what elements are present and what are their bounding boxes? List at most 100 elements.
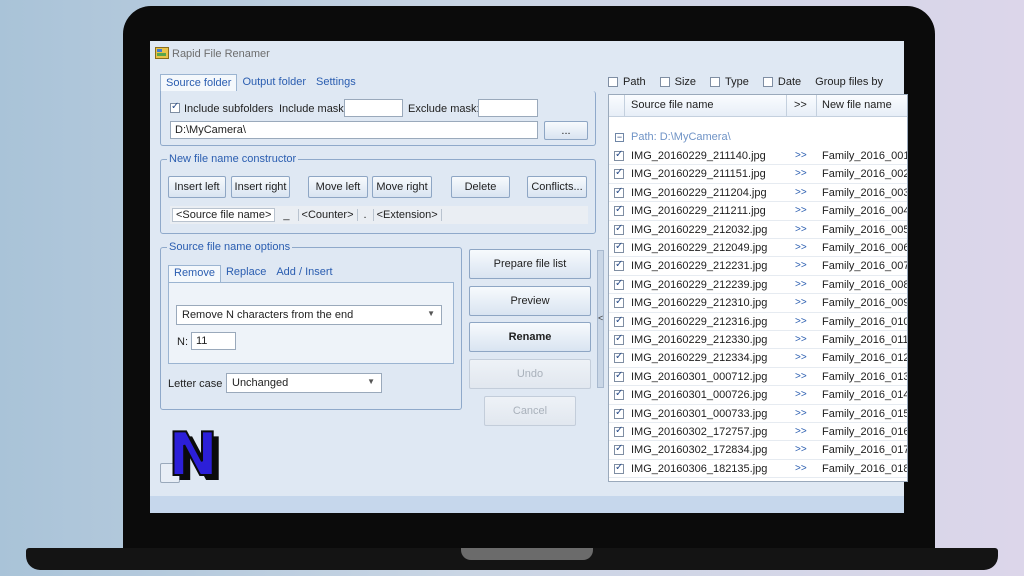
path-checkbox[interactable]	[608, 77, 618, 87]
undo-button[interactable]: Undo	[469, 359, 591, 389]
token-source-file-name[interactable]: <Source file name>	[172, 208, 276, 222]
letter-case-value: Unchanged	[232, 377, 289, 389]
insert-right-button[interactable]: Insert right	[231, 176, 290, 198]
table-row[interactable]: IMG_20160229_211140.jpg >> Family_2016_001…	[609, 147, 907, 166]
type-option[interactable]: Type	[710, 76, 749, 88]
table-row[interactable]: IMG_20160301_000733.jpg >> Family_2016_015…	[609, 405, 907, 423]
row-checkbox[interactable]	[614, 278, 624, 290]
preview-button[interactable]: Preview	[469, 286, 591, 316]
token-dot[interactable]: .	[358, 209, 374, 221]
new-file-name-cell: Family_2016_014.	[822, 389, 908, 402]
row-checkbox[interactable]	[614, 443, 624, 456]
browse-button[interactable]: ...	[544, 121, 588, 140]
source-file-name-cell: IMG_20160229_212032.jpg	[631, 223, 768, 236]
letter-case-select[interactable]: Unchanged ▼	[226, 373, 382, 393]
arrow-cell: >>	[795, 168, 807, 180]
table-row[interactable]: IMG_20160306_182135.jpg >> Family_2016_018…	[609, 460, 907, 479]
size-option-label: Size	[674, 76, 697, 88]
tab-output-folder[interactable]: Output folder	[237, 74, 311, 91]
row-checkbox[interactable]	[614, 351, 624, 364]
col-arrow[interactable]: >>	[794, 99, 807, 111]
delete-button[interactable]: Delete	[451, 176, 510, 198]
row-checkbox[interactable]	[614, 388, 624, 401]
source-file-name-cell: IMG_20160301_000733.jpg	[631, 407, 768, 420]
table-row[interactable]: IMG_20160229_212330.jpg >> Family_2016_011…	[609, 331, 907, 350]
table-row[interactable]: IMG_20160229_212334.jpg >> Family_2016_012…	[609, 349, 907, 368]
cancel-button[interactable]: Cancel	[484, 396, 576, 426]
tab-settings[interactable]: Settings	[311, 74, 361, 91]
col-new-file-name[interactable]: New file name	[822, 99, 892, 111]
row-checkbox[interactable]	[614, 462, 624, 474]
exclude-mask-input[interactable]	[478, 99, 538, 117]
table-row[interactable]: IMG_20160229_212032.jpg >> Family_2016_005…	[609, 221, 907, 239]
source-file-name-cell: IMG_20160229_212334.jpg	[631, 352, 768, 365]
group-files-label[interactable]: Group files by	[815, 76, 883, 88]
main-tabs: Source folder Output folder Settings	[160, 74, 361, 91]
col-source-file-name[interactable]: Source file name	[631, 99, 714, 111]
tab-remove[interactable]: Remove	[168, 265, 221, 282]
source-file-name-cell: IMG_20160302_172834.jpg	[631, 444, 768, 457]
row-checkbox[interactable]	[614, 259, 624, 272]
arrow-cell: >>	[795, 297, 807, 309]
token-counter[interactable]: <Counter>	[299, 209, 358, 221]
exclude-mask-label: Exclude mask:	[408, 103, 480, 115]
row-checkbox[interactable]	[614, 241, 624, 253]
table-row[interactable]: IMG_20160229_211151.jpg >> Family_2016_002…	[609, 165, 907, 184]
table-row[interactable]: IMG_20160301_000712.jpg >> Family_2016_013…	[609, 368, 907, 387]
prepare-file-list-button[interactable]: Prepare file list	[469, 249, 591, 279]
conflicts-button[interactable]: Conflicts...	[527, 176, 587, 198]
tab-replace[interactable]: Replace	[221, 265, 271, 282]
table-row[interactable]: IMG_20160229_211211.jpg >> Family_2016_004…	[609, 202, 907, 221]
row-checkbox[interactable]	[614, 407, 624, 419]
row-checkbox[interactable]	[614, 296, 624, 309]
date-checkbox[interactable]	[762, 77, 773, 87]
token-extension[interactable]: <Extension>	[374, 209, 442, 221]
move-left-button[interactable]: Move left	[308, 176, 368, 198]
row-checkbox[interactable]	[614, 315, 624, 327]
window-title: Rapid File Renamer	[172, 48, 270, 60]
row-checkbox[interactable]	[614, 425, 624, 437]
table-row[interactable]: IMG_20160229_212316.jpg >> Family_2016_010…	[609, 313, 907, 331]
move-right-button[interactable]: Move right	[372, 176, 432, 198]
type-checkbox[interactable]	[710, 77, 721, 87]
arrow-cell: >>	[795, 315, 807, 327]
file-list[interactable]: Source file name >> New file name − Path…	[608, 94, 908, 482]
include-subfolders-checkbox[interactable]	[170, 101, 180, 114]
row-checkbox[interactable]	[614, 333, 624, 345]
table-row[interactable]: IMG_20160229_212239.jpg >> Family_2016_008…	[609, 276, 907, 295]
date-option[interactable]: Date	[762, 76, 801, 88]
tab-source-folder[interactable]: Source folder	[160, 74, 238, 91]
table-row[interactable]: IMG_20160301_000726.jpg >> Family_2016_014…	[609, 386, 908, 405]
table-row[interactable]: IMG_20160229_212049.jpg >> Family_2016_006…	[609, 239, 907, 258]
rename-button[interactable]: Rename	[469, 322, 591, 352]
remove-mode-select[interactable]: Remove N characters from the end ▼	[176, 305, 442, 325]
collapse-left-icon[interactable]: <	[598, 313, 603, 323]
table-row[interactable]: IMG_20160302_172757.jpg >> Family_2016_016…	[609, 423, 907, 442]
include-subfolders-check-icon[interactable]	[170, 101, 180, 114]
path-option-label: Path	[623, 76, 646, 88]
arrow-cell: >>	[795, 444, 807, 456]
table-row[interactable]: IMG_20160229_212310.jpg >> Family_2016_009…	[609, 294, 907, 313]
size-option[interactable]: Size	[659, 76, 697, 88]
insert-left-button[interactable]: Insert left	[168, 176, 226, 198]
size-checkbox[interactable]	[659, 77, 670, 87]
row-checkbox[interactable]	[614, 204, 624, 217]
row-checkbox[interactable]	[614, 370, 624, 382]
n-input[interactable]: 11	[191, 332, 236, 350]
row-checkbox[interactable]	[614, 223, 624, 235]
collapse-group-icon[interactable]: −	[615, 133, 624, 142]
row-checkbox[interactable]	[614, 167, 624, 180]
token-underscore[interactable]: _	[275, 209, 299, 221]
table-row[interactable]: IMG_20160302_172834.jpg >> Family_2016_017…	[609, 441, 907, 460]
table-row[interactable]: IMG_20160229_212231.jpg >> Family_2016_007…	[609, 257, 907, 276]
path-group-row[interactable]: − Path: D:\MyCamera\	[609, 129, 907, 145]
row-checkbox[interactable]	[614, 186, 624, 198]
tab-add-insert[interactable]: Add / Insert	[271, 265, 337, 282]
source-file-name-cell: IMG_20160229_212231.jpg	[631, 260, 768, 273]
include-mask-input[interactable]	[344, 99, 403, 117]
path-option[interactable]: Path	[608, 76, 646, 88]
name-token-strip: <Source file name> _ <Counter> . <Extens…	[170, 206, 588, 224]
source-path-input[interactable]: D:\MyCamera\	[170, 121, 538, 139]
row-checkbox[interactable]	[614, 149, 624, 161]
table-row[interactable]: IMG_20160229_211204.jpg >> Family_2016_003…	[609, 184, 907, 203]
